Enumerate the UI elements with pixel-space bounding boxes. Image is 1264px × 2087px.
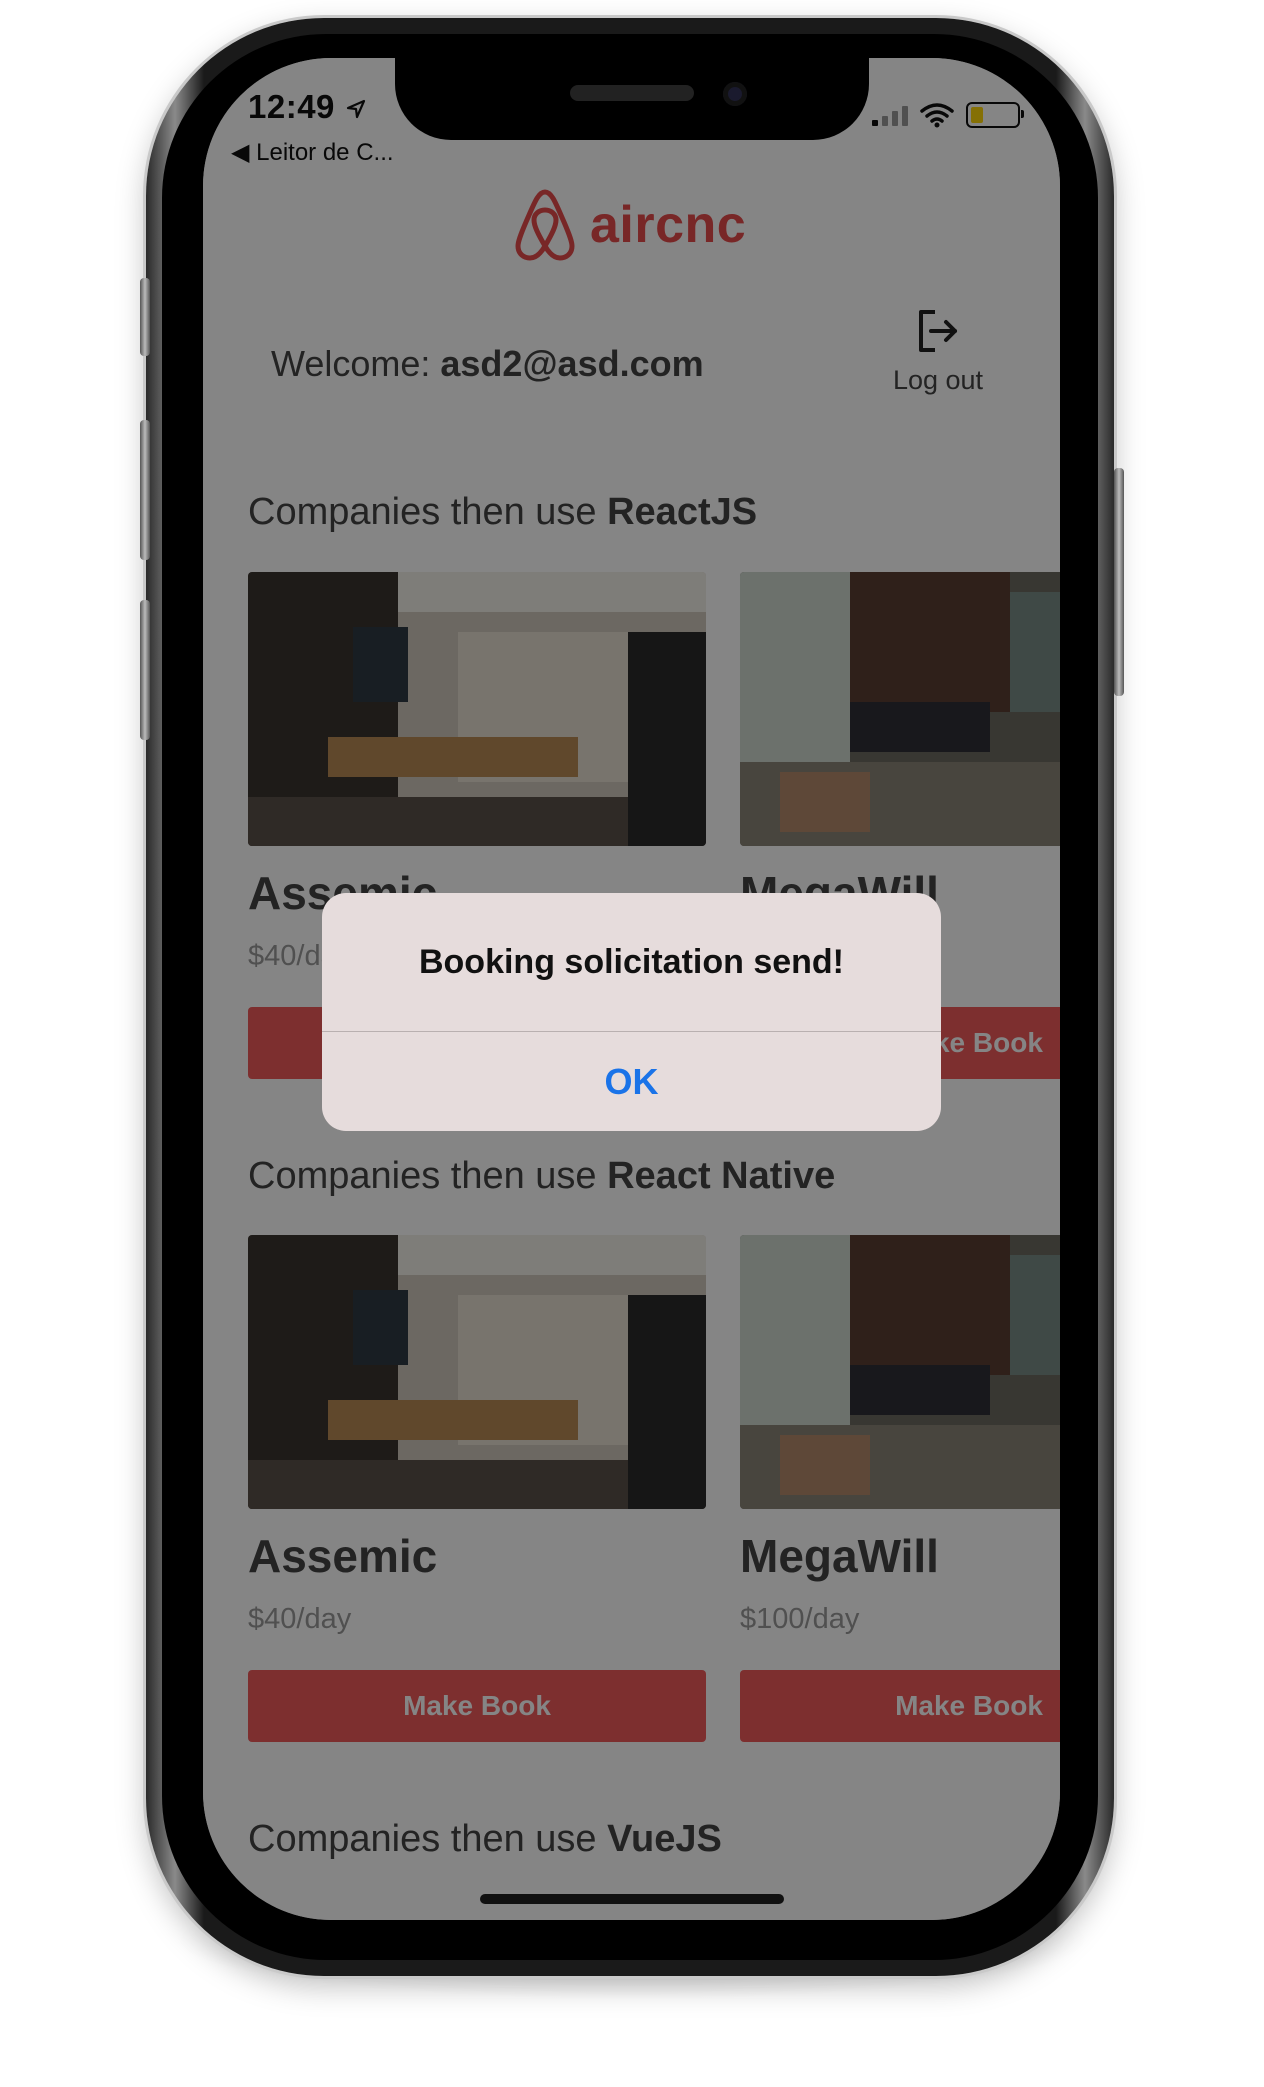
screen: 12:49 ◀ Leitor de C... aircnc Welcome: a… <box>203 58 1060 1920</box>
speaker-grille <box>570 85 694 101</box>
alert-dialog: Booking solicitation send! OK <box>322 893 941 1131</box>
home-indicator[interactable] <box>480 1894 784 1904</box>
app-content: 12:49 ◀ Leitor de C... aircnc Welcome: a… <box>203 58 1060 1920</box>
volume-down-button-2 <box>140 600 150 740</box>
front-camera <box>723 82 747 106</box>
power-button <box>1114 468 1124 696</box>
volume-up-button <box>140 278 150 356</box>
volume-down-button <box>140 420 150 560</box>
alert-title: Booking solicitation send! <box>418 942 845 981</box>
alert-ok-button[interactable]: OK <box>322 1032 941 1131</box>
